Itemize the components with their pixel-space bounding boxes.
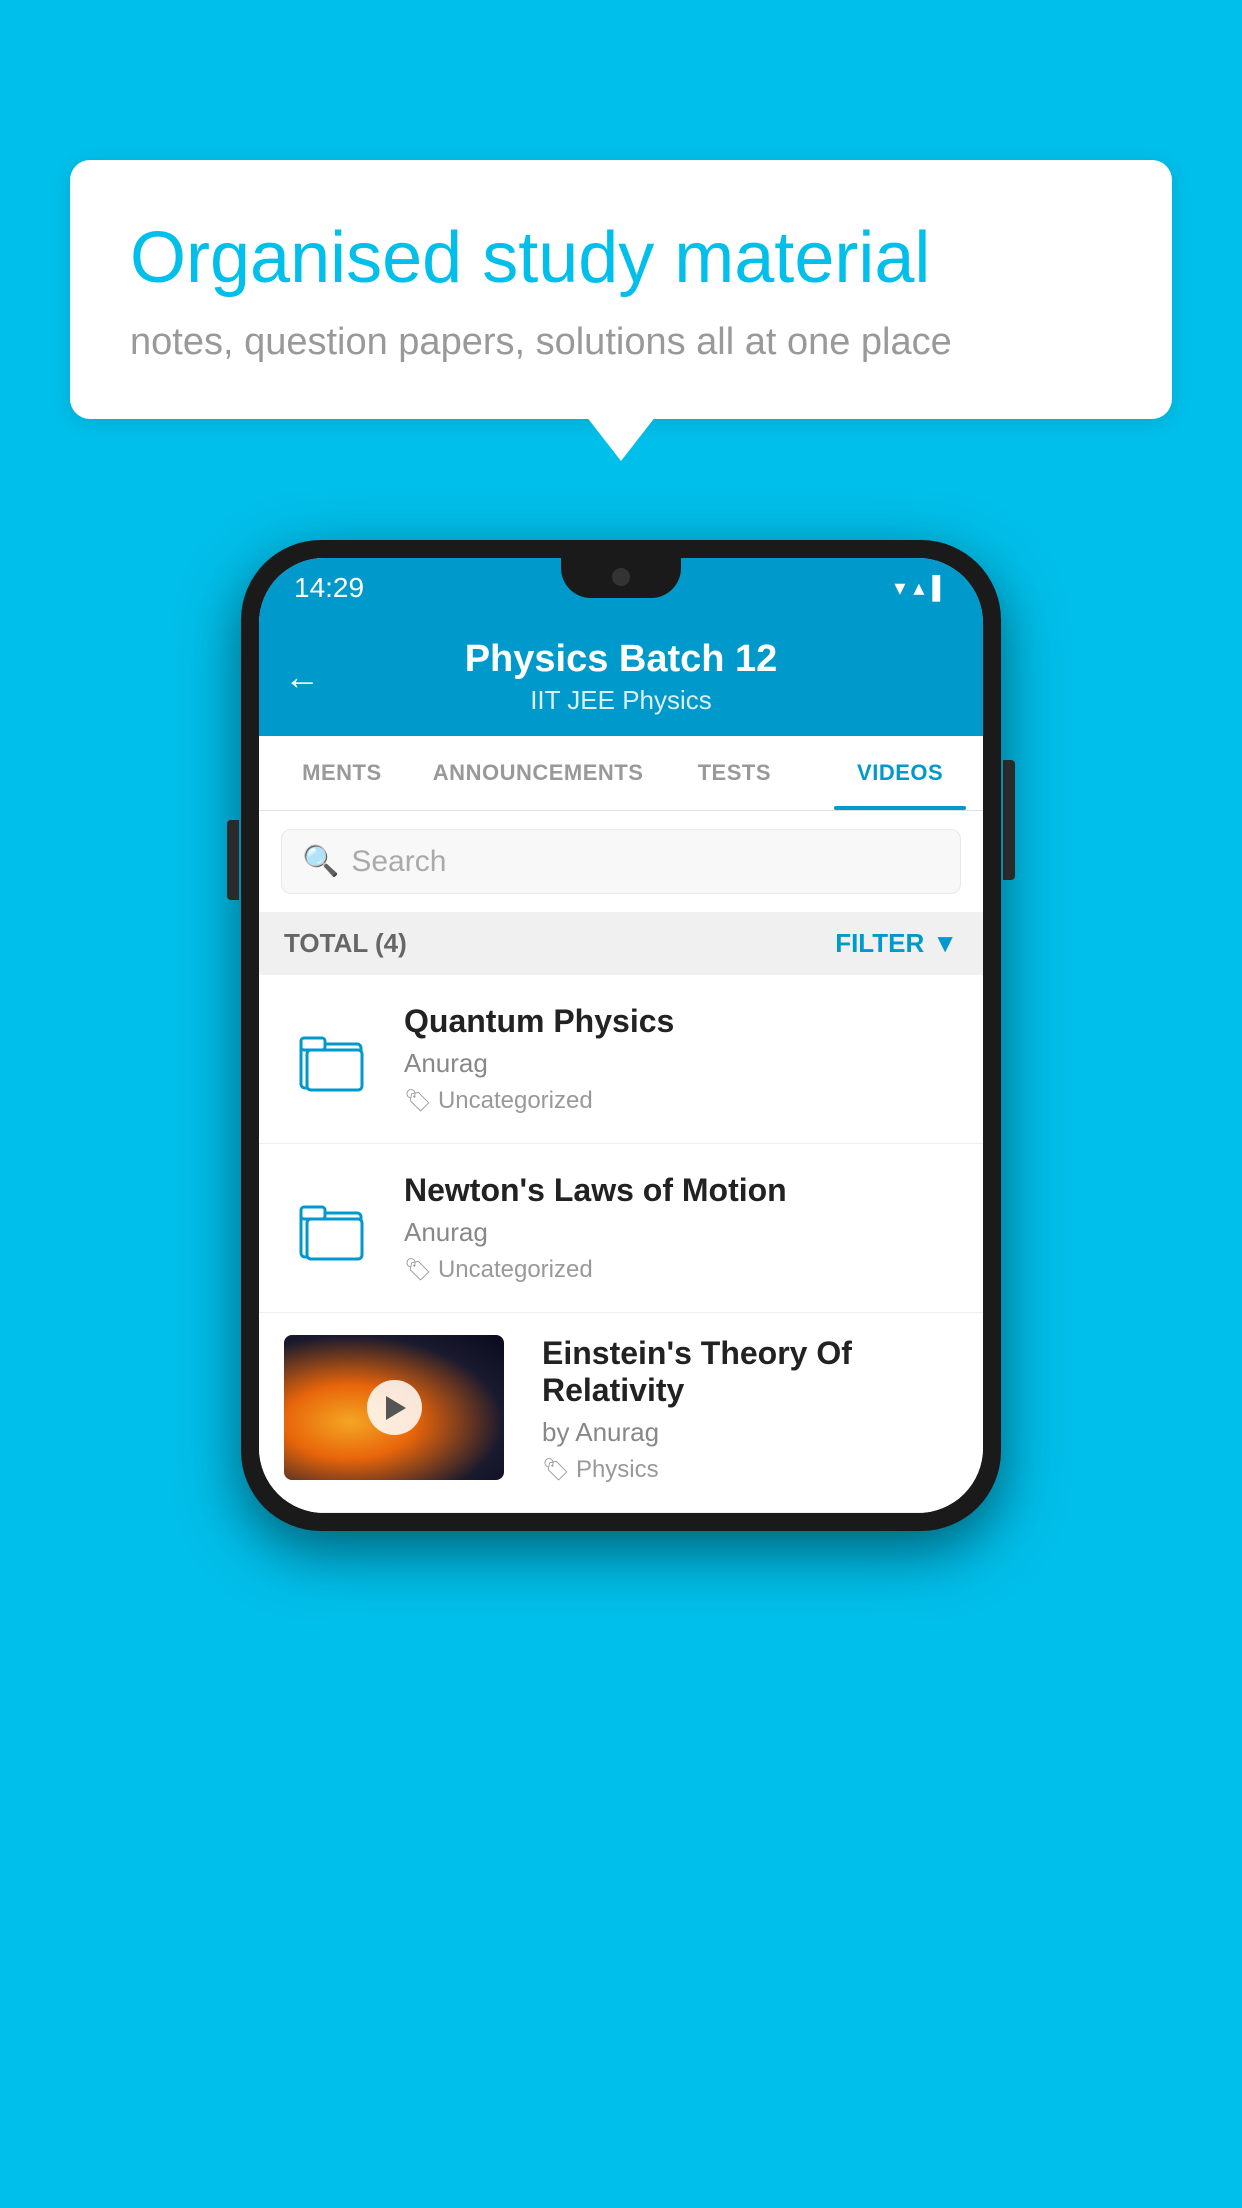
item-title-2: Newton's Laws of Motion [404, 1172, 958, 1209]
wifi-icon: ▾ [894, 575, 905, 601]
item-info-3: Einstein's Theory Of Relativity by Anura… [542, 1335, 958, 1484]
tag-icon: 🏷 [542, 1457, 570, 1483]
tag-label-1: Uncategorized [438, 1087, 593, 1115]
filter-icon: ▼ [932, 928, 958, 959]
tab-bar: MENTS ANNOUNCEMENTS TESTS VIDEOS [259, 736, 983, 811]
search-bar: 🔍 Search [259, 811, 983, 912]
status-bar: 14:29 ▾ ▴ ▌ [259, 558, 983, 618]
item-thumbnail-1 [284, 1024, 384, 1094]
item-thumbnail-2 [284, 1193, 384, 1263]
tag-icon: 🏷 [404, 1257, 432, 1283]
bubble-title: Organised study material [130, 215, 1112, 301]
play-button[interactable] [367, 1380, 422, 1435]
item-tag-2: 🏷 Uncategorized [404, 1256, 958, 1284]
item-author-3: by Anurag [542, 1417, 958, 1448]
notch-camera [612, 568, 630, 586]
phone-inner: 14:29 ▾ ▴ ▌ ← Physics Batch 12 IIT JEE P… [259, 558, 983, 1513]
tab-ments[interactable]: MENTS [259, 736, 425, 810]
list-item[interactable]: Quantum Physics Anurag 🏷 Uncategorized [259, 975, 983, 1144]
play-icon [386, 1396, 406, 1420]
tag-label-3: Physics [576, 1456, 659, 1484]
signal-icon: ▴ [913, 575, 924, 601]
search-icon: 🔍 [302, 844, 339, 879]
header-subtitle: IIT JEE Physics [289, 685, 953, 716]
item-author-2: Anurag [404, 1217, 958, 1248]
video-list: Quantum Physics Anurag 🏷 Uncategorized [259, 975, 983, 1513]
phone-outer: 14:29 ▾ ▴ ▌ ← Physics Batch 12 IIT JEE P… [241, 540, 1001, 1531]
item-thumbnail-3 [284, 1335, 504, 1480]
thumb-bg [284, 1335, 504, 1480]
item-title-1: Quantum Physics [404, 1003, 958, 1040]
tab-announcements[interactable]: ANNOUNCEMENTS [425, 736, 652, 810]
item-info-2: Newton's Laws of Motion Anurag 🏷 Uncateg… [404, 1172, 958, 1284]
tag-icon: 🏷 [404, 1088, 432, 1114]
filter-button[interactable]: FILTER ▼ [835, 928, 958, 959]
item-info-1: Quantum Physics Anurag 🏷 Uncategorized [404, 1003, 958, 1115]
status-time: 14:29 [294, 572, 364, 604]
speech-bubble: Organised study material notes, question… [70, 160, 1172, 419]
phone-wrapper: 14:29 ▾ ▴ ▌ ← Physics Batch 12 IIT JEE P… [241, 540, 1001, 1531]
folder-icon [299, 1193, 369, 1263]
item-title-3: Einstein's Theory Of Relativity [542, 1335, 958, 1409]
folder-icon [299, 1024, 369, 1094]
list-item[interactable]: Newton's Laws of Motion Anurag 🏷 Uncateg… [259, 1144, 983, 1313]
battery-icon: ▌ [932, 575, 948, 601]
notch [561, 558, 681, 598]
total-count: TOTAL (4) [284, 928, 407, 959]
app-header: ← Physics Batch 12 IIT JEE Physics [259, 618, 983, 736]
item-tag-1: 🏷 Uncategorized [404, 1087, 958, 1115]
tab-tests[interactable]: TESTS [651, 736, 817, 810]
tab-videos[interactable]: VIDEOS [817, 736, 983, 810]
search-placeholder: Search [351, 845, 446, 879]
filter-label: FILTER [835, 928, 924, 959]
item-author-1: Anurag [404, 1048, 958, 1079]
list-item[interactable]: Einstein's Theory Of Relativity by Anura… [259, 1313, 983, 1513]
filter-bar: TOTAL (4) FILTER ▼ [259, 912, 983, 975]
bubble-subtitle: notes, question papers, solutions all at… [130, 321, 1112, 364]
header-title: Physics Batch 12 [289, 638, 953, 681]
item-tag-3: 🏷 Physics [542, 1456, 958, 1484]
speech-bubble-container: Organised study material notes, question… [70, 160, 1172, 419]
tag-label-2: Uncategorized [438, 1256, 593, 1284]
search-input-wrap[interactable]: 🔍 Search [281, 829, 961, 894]
status-icons: ▾ ▴ ▌ [894, 575, 948, 601]
back-button[interactable]: ← [284, 656, 320, 698]
